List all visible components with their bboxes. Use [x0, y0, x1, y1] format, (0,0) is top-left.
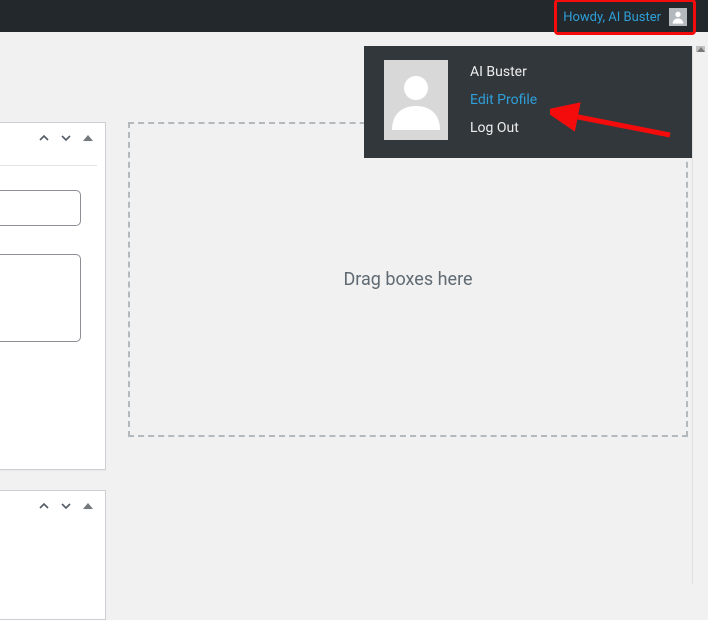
metabox-bottom — [0, 490, 106, 620]
howdy-user-link[interactable]: Howdy, AI Buster — [554, 0, 696, 35]
collapse-triangle-icon[interactable] — [79, 129, 97, 147]
metabox-header — [0, 123, 105, 153]
chevron-down-icon[interactable] — [57, 129, 75, 147]
avatar-large-icon — [384, 60, 448, 140]
dropzone[interactable]: Drag boxes here — [128, 122, 688, 437]
metabox-header — [0, 491, 105, 521]
user-dropdown: AI Buster Edit Profile Log Out — [364, 46, 692, 158]
avatar-small-icon — [669, 8, 687, 26]
logout-link[interactable]: Log Out — [470, 120, 537, 136]
howdy-text: Howdy, AI Buster — [563, 10, 661, 25]
text-input[interactable] — [0, 190, 81, 226]
admin-topbar: Howdy, AI Buster — [0, 0, 708, 32]
user-dropdown-links: AI Buster Edit Profile Log Out — [470, 60, 537, 140]
metabox-body — [0, 165, 97, 461]
chevron-down-icon[interactable] — [57, 497, 75, 515]
metabox-top — [0, 122, 106, 470]
vertical-scrollbar[interactable] — [692, 46, 708, 584]
scroll-up-icon[interactable] — [697, 47, 705, 52]
user-display-name: AI Buster — [470, 64, 537, 80]
separator — [0, 165, 97, 166]
dropzone-label: Drag boxes here — [343, 269, 472, 290]
chevron-up-icon[interactable] — [35, 497, 53, 515]
textarea-input[interactable] — [0, 254, 81, 342]
edit-profile-link[interactable]: Edit Profile — [470, 92, 537, 108]
chevron-up-icon[interactable] — [35, 129, 53, 147]
collapse-triangle-icon[interactable] — [79, 497, 97, 515]
